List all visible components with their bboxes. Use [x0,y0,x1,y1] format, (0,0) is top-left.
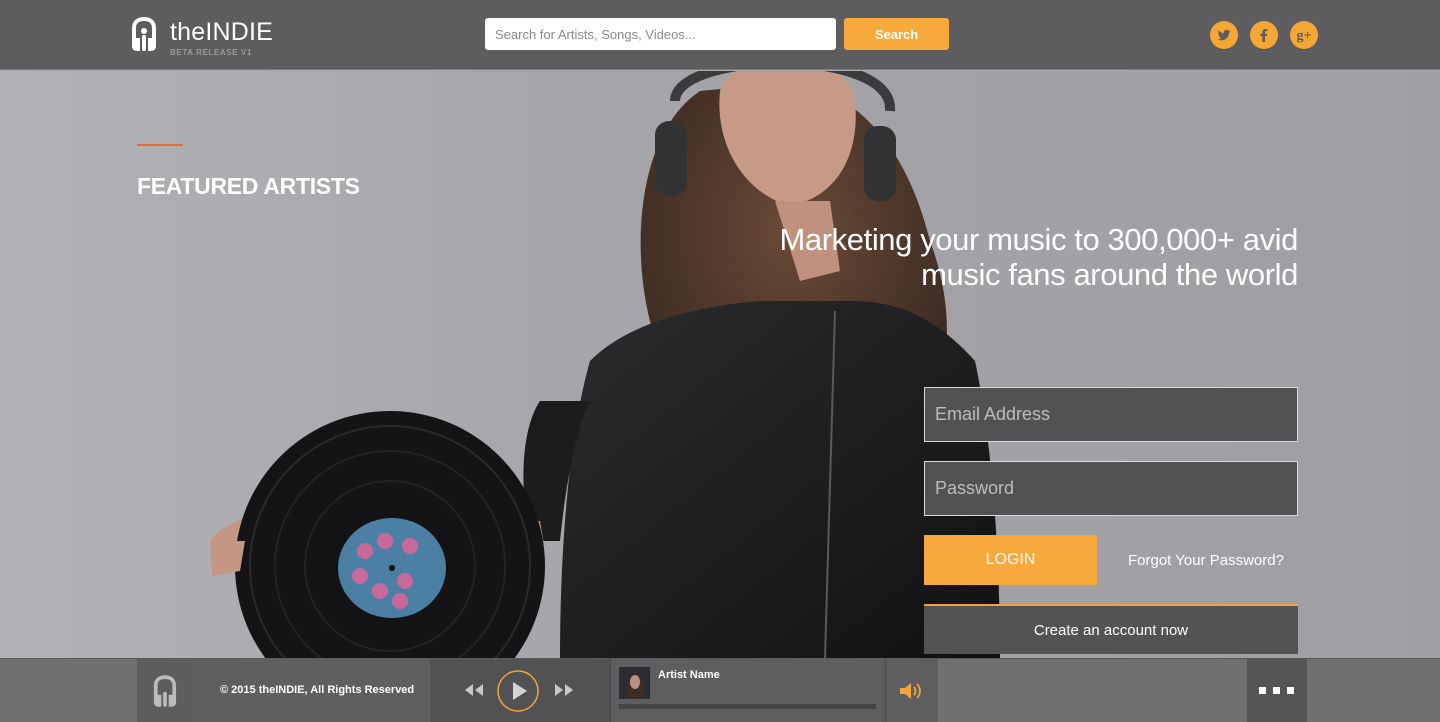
brand-subtitle: BETA RELEASE V1 [170,48,252,57]
featured-artists-title: FEATURED ARTISTS [137,173,360,199]
music-player-bar: © 2015 theINDIE, All Rights Reserved Art… [0,658,1440,722]
hero-section: FEATURED ARTISTS Marketing your music to… [0,71,1440,658]
rewind-icon[interactable] [464,683,484,697]
volume-control[interactable] [885,659,938,722]
player-logo[interactable] [137,659,194,722]
login-button[interactable]: LOGIN [924,535,1097,585]
now-playing-panel: Artist Name [610,659,885,722]
facebook-link[interactable] [1250,21,1278,49]
google-plus-link[interactable]: g+ [1290,21,1318,49]
headphone-logo-icon [153,675,177,707]
google-plus-icon: g+ [1297,29,1312,44]
email-field[interactable] [924,387,1298,442]
top-header: theINDIE BETA RELEASE V1 Search g+ [0,0,1440,70]
copyright-text: © 2015 theINDIE, All Rights Reserved [220,684,415,696]
password-field[interactable] [924,461,1298,516]
more-dots-icon [1259,687,1294,694]
play-icon[interactable] [496,669,540,713]
brand-logo[interactable]: theINDIE BETA RELEASE V1 [131,16,291,60]
copyright-panel: © 2015 theINDIE, All Rights Reserved [194,659,430,722]
more-options-button[interactable] [1247,659,1307,722]
brand-name: theINDIE [170,18,274,46]
artist-name: Artist Name [658,669,720,681]
page: theINDIE BETA RELEASE V1 Search g+ [0,0,1440,722]
facebook-icon [1260,29,1268,42]
hero-background-photo [210,71,1000,658]
fast-forward-icon[interactable] [554,683,574,697]
svg-text:g+: g+ [1297,29,1312,44]
twitter-link[interactable] [1210,21,1238,49]
hero-tagline: Marketing your music to 300,000+ avid mu… [698,222,1298,292]
volume-icon [900,683,921,699]
artist-thumbnail [619,667,650,699]
section-accent-line [137,144,183,146]
tagline-line-1: Marketing your music to 300,000+ avid [779,222,1298,257]
tagline-line-2: music fans around the world [921,257,1298,292]
headphone-logo-icon [132,17,156,51]
forgot-password-link[interactable]: Forgot Your Password? [1128,552,1284,569]
twitter-icon [1217,29,1231,41]
search-input[interactable] [485,18,836,50]
playback-controls [430,659,610,722]
search-button[interactable]: Search [844,18,949,50]
track-progress-bar[interactable] [619,704,876,709]
create-account-button[interactable]: Create an account now [924,604,1298,654]
artist-photo-icon [619,667,650,699]
